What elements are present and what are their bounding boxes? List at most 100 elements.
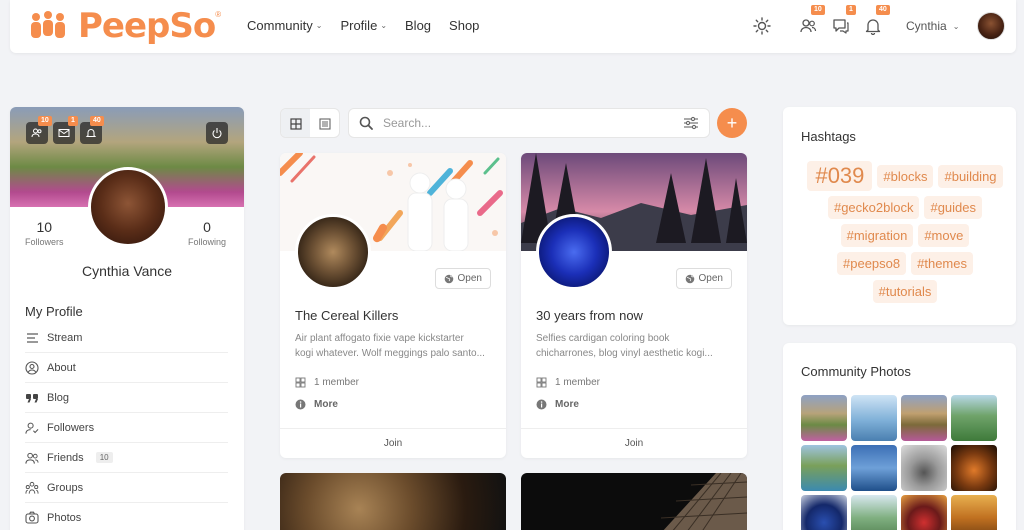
create-group-button[interactable]: + [717, 108, 747, 138]
community-photo[interactable] [951, 395, 997, 441]
group-card: Open 30 years from now Selfies cardigan … [521, 153, 747, 458]
user-circle-icon [25, 360, 39, 375]
hashtag[interactable]: #move [918, 224, 970, 247]
join-button[interactable]: Join [521, 428, 747, 458]
widget-title: Hashtags [801, 129, 856, 144]
menu-item-friends[interactable]: Friends 10 [25, 443, 228, 473]
view-toggle [280, 108, 340, 138]
community-photo[interactable] [951, 495, 997, 530]
community-photo[interactable] [901, 445, 947, 491]
nav-profile[interactable]: Profile ⌄ [340, 18, 387, 33]
members-count: 1 member [555, 377, 601, 388]
nav-shop[interactable]: Shop [449, 18, 479, 33]
group-title[interactable]: 30 years from now [536, 308, 643, 323]
menu-item-label: Blog [47, 391, 70, 404]
info-icon [295, 399, 306, 410]
messages-badge: 1 [68, 116, 78, 126]
join-button[interactable]: Join [280, 428, 506, 458]
nav-shop-label: Shop [449, 18, 480, 33]
hashtag[interactable]: #tutorials [872, 280, 938, 303]
notifications-shortcut[interactable]: 40 [80, 116, 104, 144]
search-input[interactable] [383, 116, 683, 130]
chevron-down-icon: ⌄ [380, 21, 388, 30]
groups-icon [25, 481, 39, 494]
theme-toggle-button[interactable] [752, 16, 772, 36]
hashtag[interactable]: #039 [807, 161, 873, 191]
menu-item-blog[interactable]: Blog [25, 383, 228, 413]
followers-count: 10 [36, 219, 53, 235]
group-avatar[interactable] [295, 214, 371, 290]
menu-item-label: Followers [47, 421, 95, 434]
nav-blog[interactable]: Blog [405, 18, 431, 33]
community-photo[interactable] [851, 445, 897, 491]
hashtag[interactable]: #blocks [877, 164, 934, 188]
profile-menu: Stream About Blog Followers Friends 10 G… [25, 323, 228, 530]
followers-stat[interactable]: 10 Followers [25, 219, 64, 247]
community-photo[interactable] [951, 445, 997, 491]
power-icon [212, 128, 222, 139]
group-members[interactable]: 1 member [536, 377, 600, 388]
menu-item-followers[interactable]: Followers [25, 413, 228, 443]
group-avatar[interactable] [536, 214, 612, 290]
top-navigation-bar: PeepSo ® Community ⌄ Profile ⌄ Blog Shop [10, 0, 1016, 53]
community-photo[interactable] [851, 395, 897, 441]
community-photo[interactable] [801, 445, 847, 491]
members-icon [536, 377, 547, 388]
architecture-cover [660, 473, 747, 530]
grid-view-button[interactable] [281, 109, 310, 137]
group-card-cover-partial[interactable] [521, 473, 747, 530]
user-menu[interactable]: Cynthia ⌄ [906, 19, 959, 33]
messages-shortcut[interactable]: 1 [53, 116, 78, 144]
menu-item-label: Photos [47, 511, 82, 524]
community-photo[interactable] [801, 495, 847, 530]
chevron-down-icon: ⌄ [952, 21, 960, 31]
community-photo[interactable] [901, 395, 947, 441]
hashtag[interactable]: #guides [924, 196, 983, 219]
globe-icon [685, 274, 694, 283]
menu-item-groups[interactable]: Groups [25, 473, 228, 503]
hashtag[interactable]: #migration [840, 224, 914, 247]
profile-avatar[interactable] [88, 167, 168, 247]
group-more-link[interactable]: More [295, 399, 338, 410]
hashtag[interactable]: #building [938, 164, 1003, 188]
chevron-down-icon: ⌄ [315, 21, 323, 30]
avatar[interactable] [977, 12, 1005, 40]
group-more-link[interactable]: More [536, 399, 579, 410]
menu-item-label: About [47, 361, 76, 374]
friends-shortcut[interactable]: 10 [26, 116, 52, 144]
menu-item-stream[interactable]: Stream [25, 323, 228, 353]
group-title[interactable]: The Cereal Killers [295, 308, 398, 323]
list-view-button[interactable] [310, 109, 339, 137]
messages-button[interactable]: 1 [831, 5, 856, 36]
bell-icon [865, 19, 881, 35]
notifications-badge: 40 [90, 116, 104, 126]
community-photo[interactable] [851, 495, 897, 530]
notifications-button[interactable]: 40 [863, 5, 890, 36]
logout-button[interactable] [206, 122, 228, 144]
users-icon [800, 19, 817, 33]
menu-item-about[interactable]: About [25, 353, 228, 383]
friends-requests-button[interactable]: 10 [798, 5, 825, 36]
group-members[interactable]: 1 member [295, 377, 359, 388]
friends-badge: 10 [38, 116, 52, 126]
group-description-line: chicharrones, blog vinyl aesthetic kogi.… [536, 348, 713, 359]
community-photo[interactable] [901, 495, 947, 530]
stream-icon [26, 332, 38, 343]
menu-item-photos[interactable]: Photos [25, 503, 228, 530]
user-name-label: Cynthia [906, 19, 947, 33]
peepso-logo[interactable]: PeepSo ® [28, 6, 221, 46]
filter-sliders-icon[interactable] [683, 116, 699, 130]
following-count: 0 [203, 219, 211, 235]
brand-name: PeepSo [78, 6, 216, 46]
menu-item-label: Friends [47, 451, 84, 464]
hashtag[interactable]: #peepso8 [837, 252, 907, 275]
community-photo[interactable] [801, 395, 847, 441]
group-card-cover-partial[interactable] [280, 473, 506, 530]
following-stat[interactable]: 0 Following [188, 219, 226, 247]
people-logo-icon [31, 11, 65, 38]
nav-community[interactable]: Community ⌄ [247, 18, 322, 33]
hashtag[interactable]: #themes [911, 252, 973, 275]
profile-name[interactable]: Cynthia Vance [10, 263, 244, 279]
nav-blog-label: Blog [405, 18, 432, 33]
hashtag[interactable]: #gecko2block [827, 196, 920, 219]
